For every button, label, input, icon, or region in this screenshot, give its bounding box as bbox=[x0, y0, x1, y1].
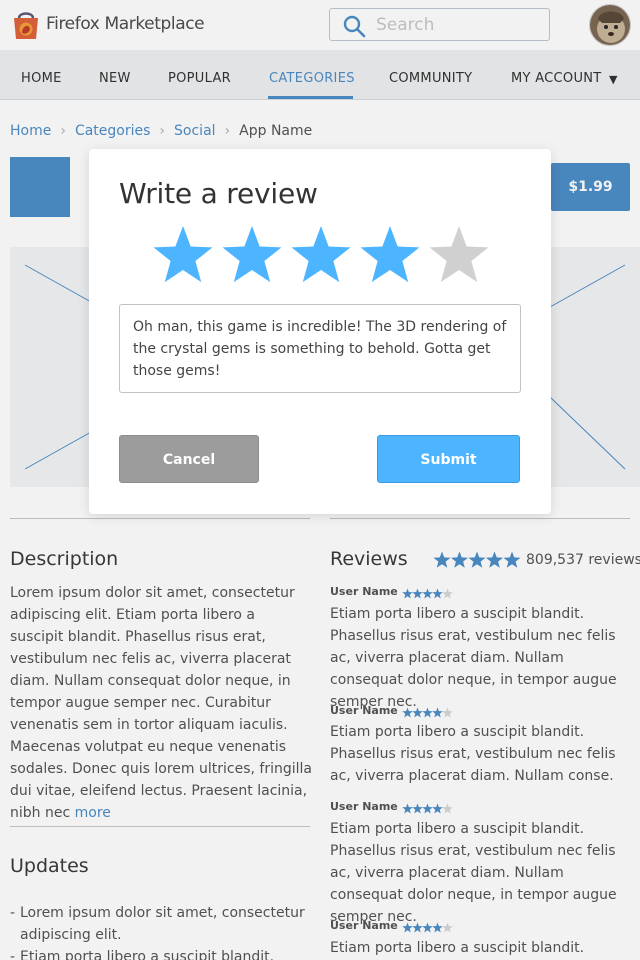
star-2-icon[interactable] bbox=[220, 223, 284, 287]
review-textarea[interactable]: Oh man, this game is incredible! The 3D … bbox=[119, 304, 521, 393]
star-rating-input bbox=[151, 223, 491, 289]
star-4-icon[interactable] bbox=[358, 223, 422, 287]
star-1-icon[interactable] bbox=[151, 223, 215, 287]
star-5-icon[interactable] bbox=[427, 223, 491, 287]
cancel-button[interactable]: Cancel bbox=[119, 435, 259, 483]
dialog-title: Write a review bbox=[119, 177, 318, 210]
star-3-icon[interactable] bbox=[289, 223, 353, 287]
write-review-dialog: Write a review Oh man, this game is incr… bbox=[89, 149, 551, 514]
submit-button[interactable]: Submit bbox=[377, 435, 520, 483]
